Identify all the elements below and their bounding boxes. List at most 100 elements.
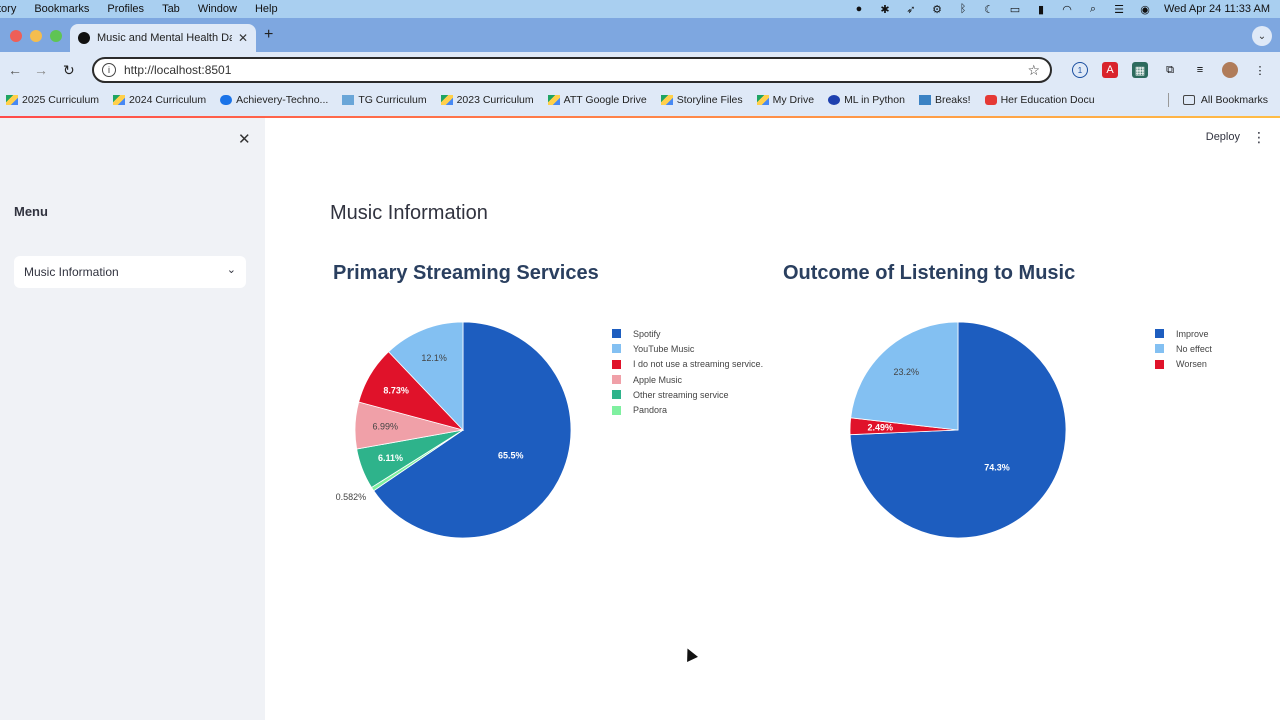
app-menu-icon[interactable]: ⋮: [1252, 129, 1266, 146]
close-sidebar-icon[interactable]: ✕: [238, 130, 251, 148]
menu-history[interactable]: tory: [0, 3, 25, 15]
menu-selected-value: Music Information: [24, 265, 119, 279]
profile-avatar[interactable]: [1222, 62, 1238, 78]
menu-help[interactable]: Help: [246, 3, 287, 15]
main-content: Deploy ⋮ Music Information Primary Strea…: [265, 118, 1280, 720]
pdf-extension-icon[interactable]: A: [1102, 62, 1118, 78]
browser-tabbar: Music and Mental Health Das ✕ + ⌄: [0, 18, 1280, 52]
chart-title-streaming: Primary Streaming Services: [333, 262, 599, 284]
bookmark-item[interactable]: Her Education Docu: [984, 94, 1095, 106]
bookmark-item[interactable]: 2025 Curriculum: [6, 94, 99, 106]
zoom-window-button[interactable]: [50, 30, 62, 42]
legend-label: Apple Music: [633, 374, 683, 385]
reload-icon[interactable]: ↻: [63, 62, 75, 79]
minimize-window-button[interactable]: [30, 30, 42, 42]
os-menubar: tory Bookmarks Profiles Tab Window Help …: [0, 0, 1280, 18]
bookmark-item[interactable]: Breaks!: [918, 94, 971, 106]
browser-tab[interactable]: Music and Mental Health Das ✕: [70, 24, 256, 52]
drive-icon: [756, 95, 769, 105]
new-tab-button[interactable]: +: [264, 26, 273, 44]
legend-swatch: [612, 359, 621, 369]
pie-label: 65.5%: [498, 450, 524, 460]
page-title: Music Information: [330, 202, 488, 224]
close-window-button[interactable]: [10, 30, 22, 42]
bookmark-item[interactable]: ATT Google Drive: [547, 94, 647, 106]
legend-item[interactable]: Apple Music: [612, 372, 763, 387]
menu-bookmarks[interactable]: Bookmarks: [25, 3, 98, 15]
close-tab-icon[interactable]: ✕: [238, 31, 248, 45]
legend-item[interactable]: Pandora: [612, 402, 763, 417]
battery-icon[interactable]: ▮: [1034, 3, 1048, 16]
drive-icon: [6, 95, 18, 105]
pie-label: 12.1%: [421, 353, 447, 363]
bookmark-item[interactable]: ML in Python: [828, 94, 905, 106]
password-manager-icon[interactable]: 1: [1072, 62, 1088, 78]
moon-icon[interactable]: ☾: [982, 3, 996, 16]
bookmark-item[interactable]: 2023 Curriculum: [440, 94, 534, 106]
wifi-icon[interactable]: ◠: [1060, 3, 1074, 16]
all-bookmarks-button[interactable]: All Bookmarks: [1182, 94, 1268, 106]
bookmark-star-icon[interactable]: ☆: [1027, 62, 1040, 79]
youtube-icon: [984, 95, 997, 105]
legend-swatch: [612, 329, 621, 339]
legend-label: Worsen: [1176, 359, 1207, 370]
extensions-icon[interactable]: ⧉: [1162, 62, 1178, 78]
pie-label: 23.2%: [893, 367, 919, 377]
control-center-icon[interactable]: ☰: [1112, 3, 1126, 16]
deploy-button[interactable]: Deploy: [1206, 131, 1240, 143]
screen-mirror-icon[interactable]: ▭: [1008, 3, 1022, 16]
legend-item[interactable]: Improve: [1155, 326, 1212, 341]
menu-tab[interactable]: Tab: [153, 3, 189, 15]
legend-item[interactable]: YouTube Music: [612, 341, 763, 356]
url-text[interactable]: http://localhost:8501: [124, 63, 231, 77]
legend-swatch: [612, 405, 621, 415]
browser-toolbar: ← → ↻ i http://localhost:8501 ☆ 1 A ▦ ⧉ …: [0, 52, 1280, 88]
chevron-down-icon[interactable]: ⌄: [227, 263, 236, 276]
rocket-icon[interactable]: ➶: [904, 3, 918, 16]
back-icon[interactable]: ←: [8, 62, 22, 78]
legend-label: YouTube Music: [633, 343, 695, 354]
legend-outcome: Improve No effect Worsen: [1155, 326, 1212, 372]
window-controls: [10, 30, 62, 42]
pie-label: 6.99%: [373, 422, 399, 432]
menu-profiles[interactable]: Profiles: [98, 3, 153, 15]
legend-swatch: [612, 344, 621, 354]
bookmark-item[interactable]: 2024 Curriculum: [113, 94, 206, 106]
menu-selectbox[interactable]: Music Information ⌄: [14, 256, 246, 288]
address-bar[interactable]: i http://localhost:8501 ☆: [92, 57, 1052, 83]
drive-icon: [113, 95, 126, 105]
siri-icon[interactable]: ◉: [1138, 3, 1152, 16]
legend-item[interactable]: Spotify: [612, 326, 763, 341]
legend-item[interactable]: No effect: [1155, 341, 1212, 356]
legend-item[interactable]: I do not use a streaming service.: [612, 357, 763, 372]
plugin-icon[interactable]: ⚙: [930, 3, 944, 16]
drive-icon: [547, 95, 560, 105]
legend-swatch: [1155, 359, 1164, 369]
legend-item[interactable]: Worsen: [1155, 357, 1212, 372]
search-icon[interactable]: ⌕: [1086, 3, 1100, 15]
app-status-icon[interactable]: ✱: [878, 3, 892, 16]
drive-icon: [440, 95, 453, 105]
legend-label: No effect: [1176, 343, 1212, 354]
browser-menu-icon[interactable]: ⋮: [1252, 62, 1268, 78]
pie-label: 6.11%: [378, 453, 403, 463]
site-info-icon[interactable]: i: [102, 63, 116, 77]
sidebar-menu-label: Menu: [14, 204, 48, 219]
record-icon[interactable]: ●: [852, 3, 866, 15]
menubar-clock[interactable]: Wed Apr 24 11:33 AM: [1164, 3, 1270, 15]
streamlit-favicon-icon: [78, 32, 90, 44]
reading-list-icon[interactable]: ≡: [1192, 62, 1208, 78]
forward-icon[interactable]: →: [34, 62, 48, 78]
pie-chart-streaming: 65.5% 0.582% 6.11% 6.99% 8.73% 12.1%: [336, 321, 572, 539]
grid-extension-icon[interactable]: ▦: [1132, 62, 1148, 78]
bookmark-item[interactable]: Storyline Files: [660, 94, 743, 106]
bookmark-item[interactable]: TG Curriculum: [342, 94, 427, 106]
menu-window[interactable]: Window: [189, 3, 246, 15]
bluetooth-icon[interactable]: ᛒ: [956, 3, 970, 15]
bookmark-item[interactable]: Achievery-Techno...: [220, 94, 328, 106]
bookmark-item[interactable]: My Drive: [756, 94, 814, 106]
legend-item[interactable]: Other streaming service: [612, 387, 763, 402]
legend-label: Improve: [1176, 328, 1209, 339]
sidebar: ✕ Menu Music Information ⌄: [0, 118, 265, 720]
tab-search-button[interactable]: ⌄: [1252, 26, 1272, 46]
